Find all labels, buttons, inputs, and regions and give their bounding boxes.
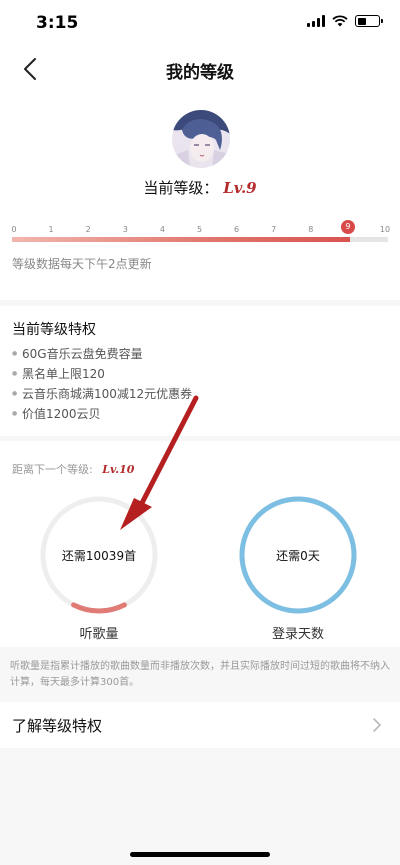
privilege-item: 黑名单上限120 [12, 364, 192, 384]
page-title: 我的等级 [166, 63, 234, 83]
progress-tick: 10 [379, 225, 391, 234]
home-indicator[interactable] [130, 852, 270, 857]
level-summary: 当前等级： Lv.9 0 1 2 3 4 5 6 7 8 9 10 等级数据每天下午2点更新 [0, 94, 400, 300]
listen-note: 听歌量是指累计播放的歌曲数量而非播放次数，并且实际播放时间过短的歌曲将不纳入计算… [10, 661, 390, 688]
cellular-signal-icon [307, 15, 325, 27]
next-level-section: 距离下一个等级: Lv.10 还需10039首 听歌量 还需0天 登录天数 [0, 441, 400, 647]
learn-privileges-label: 了解等级特权 [12, 717, 103, 735]
wifi-icon [332, 15, 348, 27]
current-level-label: 当前等级： [143, 179, 219, 197]
listen-remaining: 还需10039首 [61, 549, 137, 563]
progress-tick: 6 [234, 225, 240, 234]
battery-icon [355, 15, 383, 27]
progress-tick: 8 [308, 225, 314, 234]
listen-ring-progress [71, 602, 127, 614]
privileges-section: 当前等级特权 60G音乐云盘免费容量 黑名单上限120 云音乐商城满100减12… [0, 306, 400, 436]
progress-tick: 0 [11, 225, 17, 234]
current-level-badge: Lv.9 [223, 179, 257, 197]
avatar[interactable] [172, 110, 230, 168]
privilege-item: 价值1200云贝 [12, 404, 192, 424]
level-progress-bar [12, 237, 388, 242]
progress-tick-current: 9 [340, 220, 355, 234]
chevron-right-icon [373, 718, 381, 732]
progress-tick: 3 [122, 225, 128, 234]
progress-tick: 1 [48, 225, 54, 234]
listen-label: 听歌量 [79, 627, 119, 642]
progress-tick: 2 [85, 225, 91, 234]
progress-tick: 4 [159, 225, 165, 234]
privileges-title: 当前等级特权 [12, 322, 96, 338]
nav-bar: 我的等级 [0, 44, 400, 94]
status-bar: 3:15 [0, 0, 400, 44]
status-icons [307, 15, 383, 27]
current-level: 当前等级： Lv.9 [0, 177, 400, 198]
privileges-list: 60G音乐云盘免费容量 黑名单上限120 云音乐商城满100减12元优惠券 价值… [12, 344, 192, 424]
privilege-item: 云音乐商城满100减12元优惠券 [12, 384, 192, 404]
level-progress-fill [12, 237, 351, 242]
avatar-image [172, 110, 230, 168]
update-note: 等级数据每天下午2点更新 [12, 257, 152, 271]
status-time: 3:15 [36, 13, 79, 33]
login-label: 登录天数 [271, 627, 325, 642]
listen-note-section: 听歌量是指累计播放的歌曲数量而非播放次数，并且实际播放时间过短的歌曲将不纳入计算… [0, 657, 400, 697]
privilege-item: 60G音乐云盘免费容量 [12, 344, 192, 364]
login-remaining: 还需0天 [276, 549, 320, 563]
progress-tick: 5 [196, 225, 203, 234]
progress-rings [40, 496, 357, 614]
learn-privileges-row[interactable]: 了解等级特权 [0, 702, 400, 748]
progress-tick: 7 [271, 225, 277, 234]
